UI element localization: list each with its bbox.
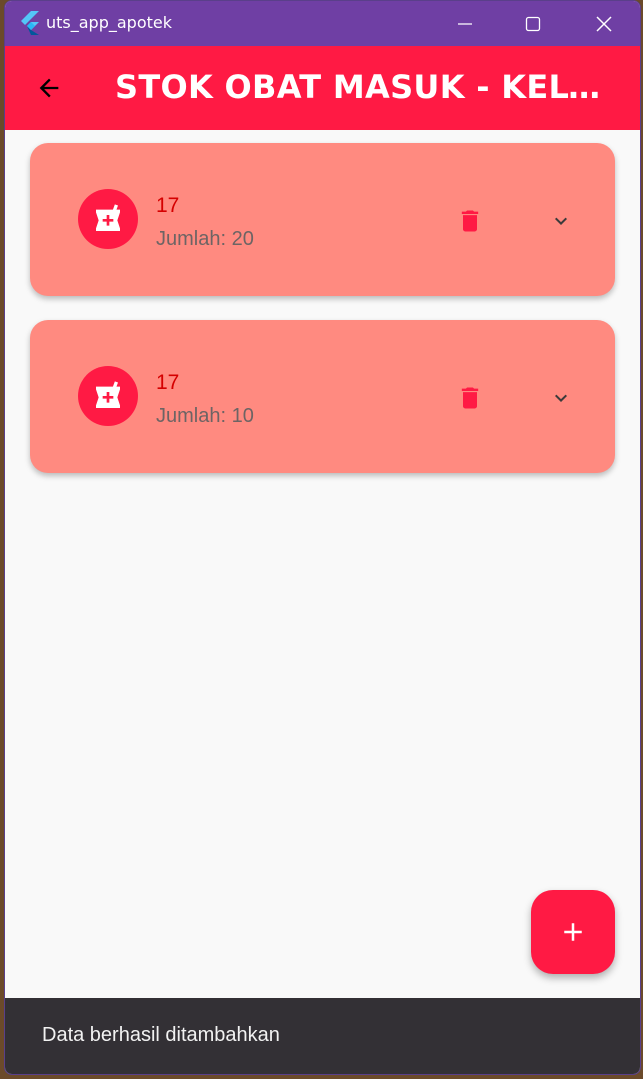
maximize-button[interactable] xyxy=(518,9,548,39)
window-titlebar: uts_app_apotek xyxy=(5,1,640,46)
maximize-icon xyxy=(525,16,541,32)
back-button[interactable] xyxy=(29,68,69,108)
app-bar: STOK OBAT MASUK - KELU... xyxy=(5,46,640,130)
window-title: uts_app_apotek xyxy=(46,13,172,32)
expand-button[interactable] xyxy=(541,378,581,418)
snackbar: Data berhasil ditambahkan xyxy=(5,998,640,1074)
snackbar-message: Data berhasil ditambahkan xyxy=(42,1024,280,1046)
delete-button[interactable] xyxy=(450,378,490,418)
item-quantity: Jumlah: 20 xyxy=(156,228,254,250)
item-title: 17 xyxy=(156,371,180,394)
flutter-logo-icon xyxy=(21,11,39,35)
plus-icon xyxy=(564,923,582,941)
item-quantity: Jumlah: 10 xyxy=(156,405,254,427)
list-item[interactable]: 17 Jumlah: 20 xyxy=(30,143,615,296)
pharmacy-mortar-icon xyxy=(78,189,138,249)
close-button[interactable] xyxy=(589,9,619,39)
item-title: 17 xyxy=(156,194,180,217)
delete-button[interactable] xyxy=(450,201,490,241)
trash-icon xyxy=(461,210,479,232)
minimize-icon xyxy=(458,23,472,25)
arrow-back-icon xyxy=(39,78,59,98)
app-window: uts_app_apotek STOK OBAT MASUK - KELU... xyxy=(4,0,641,1075)
close-icon xyxy=(596,16,612,32)
minimize-button[interactable] xyxy=(450,9,480,39)
list-item[interactable]: 17 Jumlah: 10 xyxy=(30,320,615,473)
page-title: STOK OBAT MASUK - KELU... xyxy=(115,68,605,106)
add-button[interactable] xyxy=(531,890,615,974)
trash-icon xyxy=(461,387,479,409)
expand-button[interactable] xyxy=(541,201,581,241)
chevron-down-icon xyxy=(555,394,567,402)
chevron-down-icon xyxy=(555,217,567,225)
pharmacy-mortar-icon xyxy=(78,366,138,426)
